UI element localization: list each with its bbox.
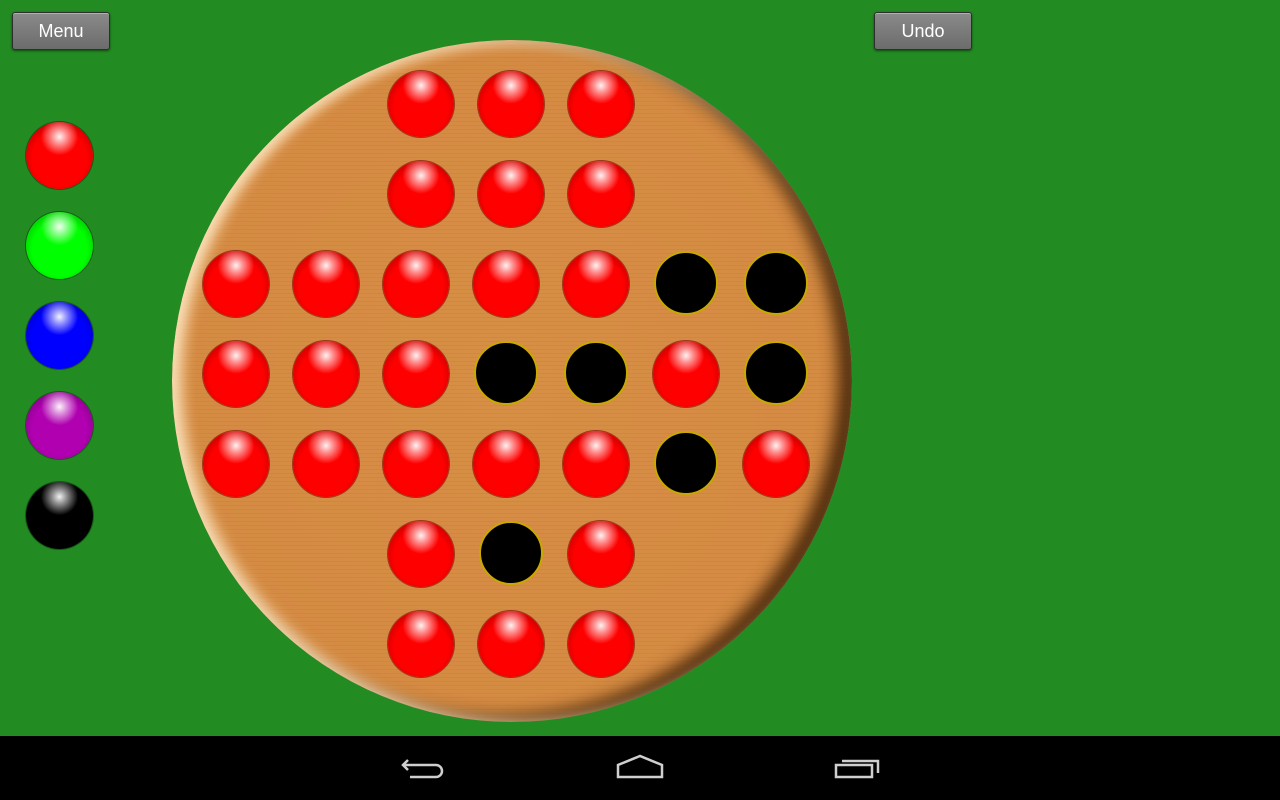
home-icon[interactable]: [608, 748, 672, 788]
peg-r4-c1[interactable]: [293, 431, 359, 497]
menu-button[interactable]: Menu: [12, 12, 110, 50]
palette-purple-marble[interactable]: [26, 392, 93, 459]
peg-r0-c4[interactable]: [568, 71, 634, 137]
peg-r2-c3[interactable]: [473, 251, 539, 317]
peg-r2-c4[interactable]: [563, 251, 629, 317]
peg-r1-c2[interactable]: [388, 161, 454, 227]
palette-red-marble[interactable]: [26, 122, 93, 189]
empty-hole-r3-c4[interactable]: [564, 341, 628, 405]
peg-r0-c3[interactable]: [478, 71, 544, 137]
undo-button[interactable]: Undo: [874, 12, 972, 50]
empty-hole-r2-c6[interactable]: [744, 251, 808, 315]
peg-r2-c0[interactable]: [203, 251, 269, 317]
peg-r4-c0[interactable]: [203, 431, 269, 497]
peg-r3-c2[interactable]: [383, 341, 449, 407]
peg-r5-c2[interactable]: [388, 521, 454, 587]
peg-r1-c3[interactable]: [478, 161, 544, 227]
peg-r6-c3[interactable]: [478, 611, 544, 677]
empty-hole-r4-c5[interactable]: [654, 431, 718, 495]
peg-r3-c1[interactable]: [293, 341, 359, 407]
peg-r1-c4[interactable]: [568, 161, 634, 227]
empty-hole-r3-c3[interactable]: [474, 341, 538, 405]
peg-r6-c2[interactable]: [388, 611, 454, 677]
peg-r5-c4[interactable]: [568, 521, 634, 587]
back-arrow-icon[interactable]: [392, 748, 456, 788]
peg-r3-c0[interactable]: [203, 341, 269, 407]
peg-r4-c2[interactable]: [383, 431, 449, 497]
palette-black-marble[interactable]: [26, 482, 93, 549]
peg-r0-c2[interactable]: [388, 71, 454, 137]
peg-r2-c2[interactable]: [383, 251, 449, 317]
peg-r4-c3[interactable]: [473, 431, 539, 497]
peg-r4-c4[interactable]: [563, 431, 629, 497]
peg-r2-c1[interactable]: [293, 251, 359, 317]
empty-hole-r3-c6[interactable]: [744, 341, 808, 405]
system-navigation-bar: [0, 736, 1280, 800]
peg-r4-c6[interactable]: [743, 431, 809, 497]
recent-apps-icon[interactable]: [826, 748, 890, 788]
empty-hole-r5-c3[interactable]: [479, 521, 543, 585]
peg-r6-c4[interactable]: [568, 611, 634, 677]
palette-green-marble[interactable]: [26, 212, 93, 279]
empty-hole-r2-c5[interactable]: [654, 251, 718, 315]
palette-blue-marble[interactable]: [26, 302, 93, 369]
game-screen: Menu Undo: [0, 0, 1280, 800]
peg-r3-c5[interactable]: [653, 341, 719, 407]
